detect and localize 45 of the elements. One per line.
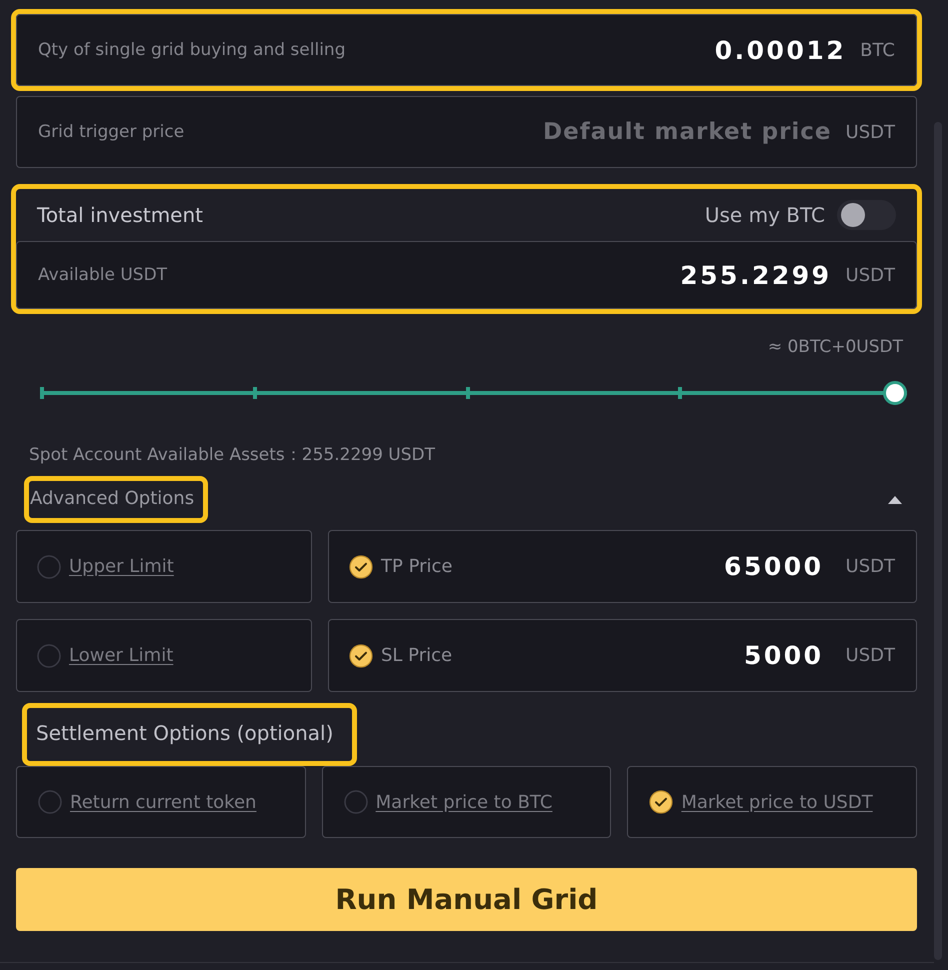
tick-mark-icon[interactable] — [678, 387, 682, 399]
input-field[interactable]: Qty of single grid buying and selling 0.00012 BTC — [16, 14, 917, 86]
estimate-text: ≈ 0BTC+0USDT — [768, 337, 903, 357]
run-button[interactable]: Run Manual Grid — [16, 868, 917, 931]
caret-icon[interactable] — [888, 496, 902, 504]
available-balance-text: Spot Account Available Assets：255.2299 USDT — [29, 444, 435, 466]
toggle-switch[interactable] — [837, 200, 896, 230]
unit-label: USDT — [846, 556, 895, 577]
settlement-option[interactable]: Market price to BTC — [322, 766, 612, 838]
radio-circle-icon[interactable] — [37, 644, 61, 668]
tick-mark-icon[interactable] — [252, 387, 257, 399]
placeholder-text: Default market price — [543, 119, 832, 145]
input-field[interactable]: Grid trigger price Default market price USDT — [16, 96, 917, 168]
input-field[interactable]: Available USDT 255.2299 USDT — [16, 241, 917, 309]
radio-circle-icon[interactable] — [344, 790, 368, 814]
field-label: SL Price — [381, 645, 454, 666]
tick-mark-icon[interactable] — [466, 387, 470, 399]
section-title: Settlement Options (optional) — [36, 721, 334, 745]
settlement-option[interactable]: Return current token — [16, 766, 306, 838]
field-label: Available USDT — [38, 265, 168, 285]
price-field[interactable]: SL Price 5000 USDT — [328, 619, 917, 692]
settlement-option[interactable]: Market price to USDT — [627, 766, 917, 838]
unit-label: USDT — [846, 645, 895, 666]
field-label: Grid trigger price — [38, 122, 186, 142]
field-value: 0.00012 — [714, 36, 846, 64]
section-title: Total investment — [37, 203, 204, 227]
option-button[interactable]: Lower Limit — [16, 619, 312, 692]
field-value: 65000 — [724, 552, 824, 581]
unit-label: BTC — [860, 40, 895, 60]
slider-thumb[interactable] — [883, 381, 907, 405]
field-value: 255.2299 — [680, 260, 832, 290]
section-title: Advanced Options — [30, 488, 194, 509]
field-label: TP Price — [381, 556, 454, 577]
unit-label: USDT — [846, 122, 895, 142]
field-label: Qty of single grid buying and selling — [38, 40, 346, 60]
radio-circle-icon[interactable] — [37, 554, 61, 578]
price-field[interactable]: TP Price 65000 USDT — [328, 530, 917, 603]
check-circle-icon[interactable] — [349, 644, 373, 668]
toggle-label: Use my BTC — [704, 203, 825, 227]
option-button[interactable]: Upper Limit — [16, 530, 312, 603]
unit-label: USDT — [846, 264, 895, 286]
check-circle-icon[interactable] — [649, 790, 674, 814]
check-circle-icon[interactable] — [349, 554, 373, 578]
field-value: 5000 — [744, 641, 824, 670]
radio-circle-icon[interactable] — [38, 790, 62, 814]
